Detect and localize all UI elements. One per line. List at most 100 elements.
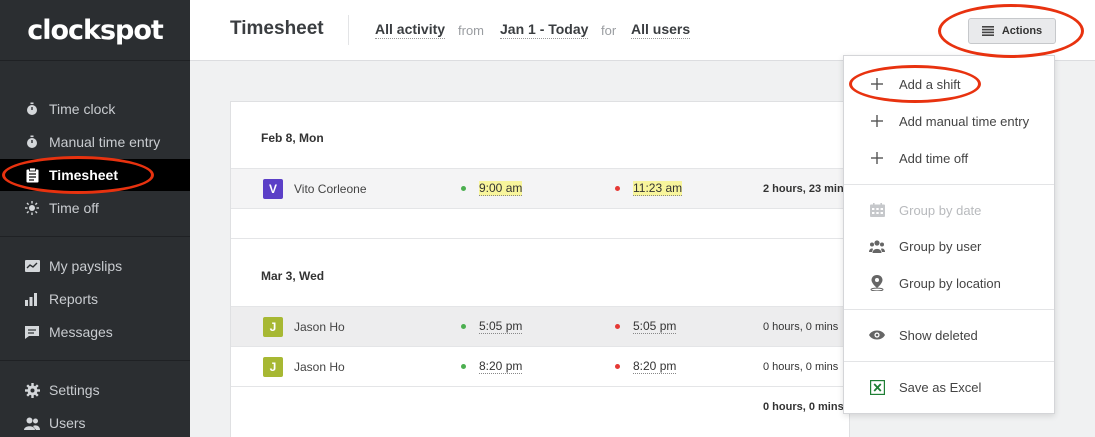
bar-chart-icon <box>24 291 40 307</box>
clock-in-dot <box>461 186 466 191</box>
sidebar-item-time-off[interactable]: Time off <box>0 192 190 224</box>
clock-in-time[interactable]: 5:05 pm <box>479 319 523 334</box>
menu-divider <box>844 361 1054 362</box>
day-header: Feb 8, Mon <box>261 131 324 145</box>
sidebar-item-time-clock[interactable]: Time clock <box>0 93 190 125</box>
sidebar-item-label: Settings <box>49 382 100 398</box>
users-icon <box>24 415 40 431</box>
plus-icon <box>869 150 885 166</box>
menu-item-group-by-user[interactable]: Group by user <box>844 231 1054 261</box>
payslip-icon <box>24 258 40 274</box>
users-icon <box>869 238 885 254</box>
sidebar-item-reports[interactable]: Reports <box>0 283 190 315</box>
sidebar-item-label: Timesheet <box>49 167 118 183</box>
menu-item-label: Add a shift <box>899 76 961 92</box>
menu-list-icon <box>981 26 994 36</box>
menu-item-label: Add manual time entry <box>899 113 1030 129</box>
total-row: 0 hours, 0 mins <box>231 386 851 426</box>
table-row[interactable]: V Vito Corleone 9:00 am 11:23 am 2 hours… <box>231 168 851 208</box>
sidebar-item-label: Messages <box>49 324 113 340</box>
location-pin-icon <box>869 275 885 291</box>
sidebar-item-label: My payslips <box>49 258 123 274</box>
sun-icon <box>24 200 40 216</box>
menu-item-add-shift[interactable]: Add a shift <box>844 69 1054 99</box>
duration: 0 hours, 0 mins <box>763 320 839 333</box>
clock-in-dot <box>461 364 466 369</box>
plus-icon <box>869 113 885 129</box>
calendar-icon <box>869 202 885 218</box>
menu-divider <box>844 309 1054 310</box>
plus-icon <box>869 76 885 92</box>
day-spacer <box>231 208 851 238</box>
timesheet-panel: Feb 8, Mon V Vito Corleone 9:00 am 11:23… <box>230 101 851 437</box>
table-row[interactable]: J Jason Ho 5:05 pm 5:05 pm 0 hours, 0 mi… <box>231 306 851 346</box>
menu-item-label: Group by location <box>899 275 1001 291</box>
sidebar-item-my-payslips[interactable]: My payslips <box>0 250 190 282</box>
top-header: Timesheet All activity from Jan 1 - Toda… <box>190 0 1095 61</box>
menu-item-label: Show deleted <box>899 327 978 343</box>
stopwatch-icon <box>24 134 40 150</box>
menu-item-show-deleted[interactable]: Show deleted <box>844 320 1054 350</box>
day-header: Mar 3, Wed <box>261 269 325 283</box>
sidebar-item-label: Time off <box>49 200 99 216</box>
menu-item-add-time-off[interactable]: Add time off <box>844 143 1054 173</box>
clock-out-time[interactable]: 11:23 am <box>633 181 683 196</box>
sidebar-divider <box>0 236 190 237</box>
day-divider <box>231 238 851 239</box>
duration: 2 hours, 23 mins <box>763 182 850 195</box>
table-row[interactable]: J Jason Ho 8:20 pm 8:20 pm 0 hours, 0 mi… <box>231 346 851 386</box>
clock-in-time[interactable]: 9:00 am <box>479 181 523 196</box>
clock-out-time[interactable]: 5:05 pm <box>633 319 677 334</box>
sidebar-item-settings[interactable]: Settings <box>0 374 190 406</box>
sidebar-item-timesheet[interactable]: Timesheet <box>0 159 190 191</box>
menu-item-group-by-date: Group by date <box>844 195 1054 225</box>
avatar: J <box>263 356 283 377</box>
clock-in-dot <box>461 324 466 329</box>
stopwatch-icon <box>24 101 40 117</box>
clock-out-dot <box>615 324 620 329</box>
clock-in-time[interactable]: 8:20 pm <box>479 359 523 374</box>
duration: 0 hours, 0 mins <box>763 360 839 373</box>
sidebar-item-label: Manual time entry <box>49 134 161 150</box>
sidebar-divider <box>0 360 190 361</box>
menu-item-save-as-excel[interactable]: Save as Excel <box>844 372 1054 402</box>
sidebar-item-label: Time clock <box>49 101 116 117</box>
actions-button-label: Actions <box>1001 25 1043 37</box>
sidebar-item-label: Reports <box>49 291 99 307</box>
avatar: V <box>263 178 283 199</box>
actions-button[interactable]: Actions <box>968 18 1056 44</box>
sidebar-item-manual-time-entry[interactable]: Manual time entry <box>0 126 190 158</box>
page-title: Timesheet <box>230 18 324 39</box>
menu-item-label: Group by user <box>899 238 982 254</box>
menu-item-label: Add time off <box>899 150 969 166</box>
user-name: Jason Ho <box>294 319 345 334</box>
sidebar-item-users[interactable]: Users <box>0 407 190 437</box>
for-label: for <box>601 23 617 38</box>
clock-out-dot <box>615 364 620 369</box>
sidebar-item-messages[interactable]: Messages <box>0 316 190 348</box>
users-filter[interactable]: All users <box>631 21 691 39</box>
user-name: Jason Ho <box>294 359 345 374</box>
from-label: from <box>458 23 484 38</box>
app-logo[interactable]: clockspot <box>0 0 190 61</box>
avatar: J <box>263 316 283 337</box>
menu-item-label: Save as Excel <box>899 379 982 395</box>
eye-icon <box>869 327 885 343</box>
sidebar-item-label: Users <box>49 415 86 431</box>
sidebar: clockspot Time clock Manual time entry T… <box>0 0 190 437</box>
actions-menu: Add a shift Add manual time entry Add ti… <box>843 55 1055 414</box>
date-range-filter[interactable]: Jan 1 - Today <box>500 21 589 39</box>
clock-out-time[interactable]: 8:20 pm <box>633 359 677 374</box>
menu-item-label: Group by date <box>899 202 982 218</box>
header-divider <box>348 15 349 45</box>
excel-icon <box>869 379 885 395</box>
activity-filter[interactable]: All activity <box>375 21 446 39</box>
user-name: Vito Corleone <box>294 181 367 196</box>
clipboard-icon <box>24 167 40 183</box>
menu-item-add-manual-time-entry[interactable]: Add manual time entry <box>844 106 1054 136</box>
clock-out-dot <box>615 186 620 191</box>
menu-item-group-by-location[interactable]: Group by location <box>844 268 1054 298</box>
gear-icon <box>24 382 40 398</box>
chat-icon <box>24 324 40 340</box>
day-total: 0 hours, 0 mins <box>763 400 844 413</box>
